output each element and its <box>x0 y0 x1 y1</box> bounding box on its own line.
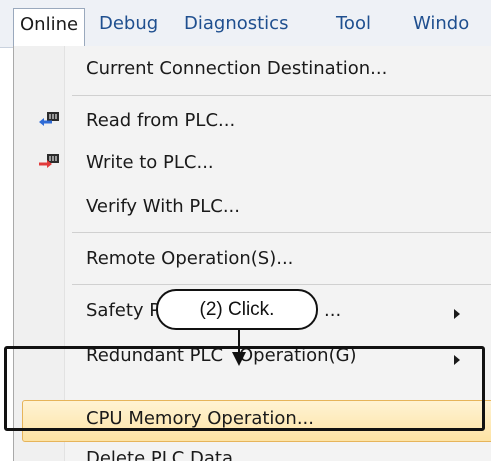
callout-arrow-icon <box>232 352 246 366</box>
menu-item-label-suffix: ... <box>324 300 342 321</box>
menu-item-write-to-plc[interactable]: Write to PLC... <box>14 144 491 184</box>
menu-online[interactable]: Online <box>13 8 86 47</box>
menu-diagnostics-label: Diagnostics <box>184 13 289 34</box>
menu-item-verify-with-plc[interactable]: Verify With PLC... <box>14 186 491 230</box>
read-from-plc-icon <box>38 111 60 133</box>
menu-online-label: Online <box>20 14 79 35</box>
menu-separator <box>72 284 491 285</box>
menu-separator <box>72 95 491 96</box>
menu-item-read-from-plc[interactable]: Read from PLC... <box>14 102 491 142</box>
menu-separator <box>72 232 491 233</box>
menu-bar: Online Debug Diagnostics Tool Windo <box>0 0 491 48</box>
menu-item-label: Current Connection Destination... <box>86 58 388 79</box>
menu-item-remote-operation[interactable]: Remote Operation(S)... <box>14 237 491 283</box>
menu-debug[interactable]: Debug <box>99 11 158 37</box>
callout-text: (2) Click. <box>199 299 275 320</box>
menu-item-label: Verify With PLC... <box>86 196 240 217</box>
menu-item-label: Read from PLC... <box>86 110 236 131</box>
write-to-plc-icon <box>38 153 60 175</box>
menu-tool-label: Tool <box>336 13 371 34</box>
menu-window-label: Windo <box>413 13 470 34</box>
menu-window[interactable]: Windo <box>413 11 469 37</box>
menu-item-current-connection[interactable]: Current Connection Destination... <box>14 46 491 94</box>
menu-item-label: Remote Operation(S)... <box>86 248 294 269</box>
menu-item-delete-plc-data[interactable]: Delete PLC Data... <box>14 442 491 461</box>
callout-bubble: (2) Click. <box>156 289 318 330</box>
callout-pointer-line <box>238 330 240 354</box>
menu-item-label: Safety P <box>86 300 161 321</box>
menu-debug-label: Debug <box>99 13 159 34</box>
submenu-arrow-icon <box>454 309 460 319</box>
menu-tool[interactable]: Tool <box>336 11 371 37</box>
menu-item-label: Write to PLC... <box>86 152 214 173</box>
menu-diagnostics[interactable]: Diagnostics <box>184 11 288 37</box>
menu-item-label: Delete PLC Data... <box>86 448 251 461</box>
